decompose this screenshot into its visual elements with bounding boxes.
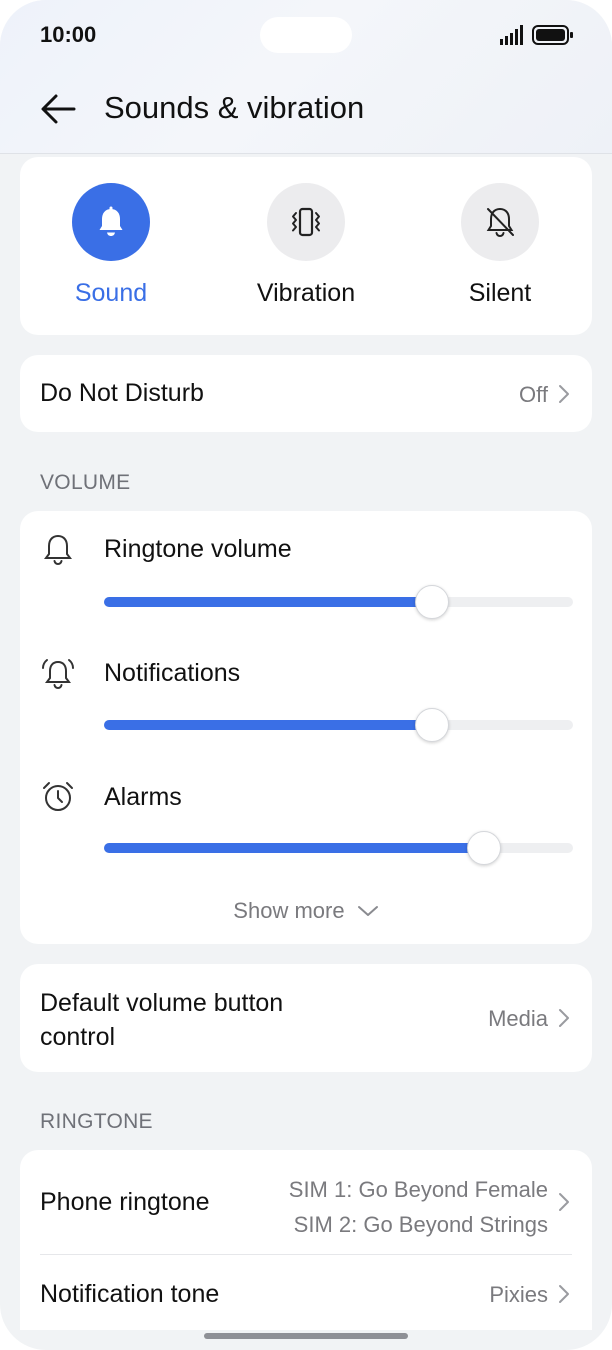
phone-ringtone-values: SIM 1: Go Beyond Female SIM 2: Go Beyond… (289, 1172, 548, 1242)
default-volume-label-line2: control (40, 1023, 116, 1051)
chevron-right-icon (559, 385, 569, 403)
phone-ringtone-row[interactable]: Phone ringtone SIM 1: Go Beyond Female S… (20, 1150, 592, 1254)
notification-tone-label: Notification tone (40, 1280, 220, 1308)
vibration-icon (292, 207, 320, 237)
mode-vibration-label: Vibration (256, 279, 356, 307)
camera-pill (260, 17, 352, 53)
alarm-clock-icon (43, 782, 73, 811)
status-time: 10:00 (40, 22, 97, 47)
mode-sound-circle[interactable] (72, 183, 150, 261)
mode-vibration-circle[interactable] (267, 183, 345, 261)
signal-icon (500, 25, 523, 45)
notifications-volume-fill (104, 720, 432, 730)
mode-silent[interactable]: Silent (420, 183, 580, 308)
ringtone-volume-fill (104, 597, 432, 607)
mode-vibration[interactable]: Vibration (226, 183, 386, 308)
chevron-right-icon (559, 1193, 569, 1211)
home-indicator[interactable] (204, 1333, 408, 1339)
ringtone-volume-label: Ringtone volume (104, 535, 292, 563)
notifications-volume-thumb[interactable] (415, 708, 449, 742)
default-volume-control-row[interactable]: Default volume button control Media (20, 964, 592, 1072)
default-volume-value: Media (488, 1006, 548, 1031)
notification-tone-value: Pixies (489, 1282, 548, 1307)
battery-icon (532, 25, 573, 45)
ringtone-volume-slider[interactable] (104, 585, 573, 619)
page-title: Sounds & vibration (104, 90, 365, 125)
notifications-volume-slider[interactable] (104, 708, 573, 742)
mode-silent-label: Silent (468, 279, 532, 307)
notification-tone-row[interactable]: Notification tone Pixies (20, 1255, 592, 1330)
chevron-right-icon (559, 1285, 569, 1303)
mode-sound[interactable]: Sound (31, 183, 191, 308)
mode-sound-label: Sound (74, 279, 148, 307)
chevron-down-icon (357, 906, 378, 917)
do-not-disturb-row[interactable]: Do Not Disturb Off (20, 355, 592, 432)
dnd-value: Off (519, 382, 548, 407)
alarms-volume-label: Alarms (104, 783, 182, 811)
alarms-volume-slider[interactable] (104, 831, 573, 865)
mode-silent-circle[interactable] (461, 183, 539, 261)
status-bar: 10:00 (0, 0, 612, 70)
notification-bell-icon (42, 659, 74, 690)
volume-card: Ringtone volume Notifications Alarms Sho… (20, 511, 592, 944)
top-area: 10:00 Sounds & vibration (0, 0, 612, 154)
volume-section-title: VOLUME (40, 471, 131, 494)
bell-off-icon (486, 207, 514, 238)
dnd-label: Do Not Disturb (40, 379, 204, 407)
phone-ringtone-label: Phone ringtone (40, 1188, 210, 1216)
alarms-volume-thumb[interactable] (467, 831, 501, 865)
ringtone-card: Phone ringtone SIM 1: Go Beyond Female S… (20, 1150, 592, 1330)
sim1-ringtone-value: SIM 1: Go Beyond Female (288, 1177, 548, 1202)
chevron-right-icon (559, 1009, 569, 1027)
default-volume-label-line1: Default volume button (40, 989, 284, 1017)
bell-outline-icon (44, 534, 72, 566)
sound-mode-card: Sound Vibration Silent (20, 157, 592, 335)
back-arrow-icon[interactable] (38, 88, 80, 130)
app-header: Sounds & vibration (0, 80, 612, 140)
notifications-volume-label: Notifications (104, 659, 241, 687)
bell-icon (99, 206, 123, 236)
ringtone-volume-thumb[interactable] (415, 585, 449, 619)
show-more-button[interactable]: Show more (20, 897, 592, 924)
default-volume-label: Default volume button control (40, 986, 283, 1054)
ringtone-section-title: RINGTONE (40, 1110, 153, 1133)
show-more-label: Show more (233, 898, 345, 924)
alarms-volume-fill (104, 843, 484, 853)
phone-screen: 10:00 Sounds & vibration Sound Vibration… (0, 0, 612, 1350)
sim2-ringtone-value: SIM 2: Go Beyond Strings (293, 1212, 548, 1237)
